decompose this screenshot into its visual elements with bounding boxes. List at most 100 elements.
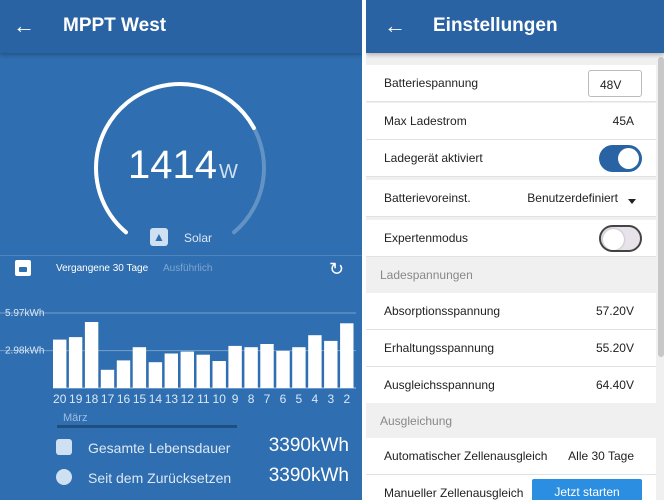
battery-preset-value[interactable]: Benutzerdefiniert bbox=[527, 191, 618, 205]
battery-preset-label: Batterievoreinst. bbox=[384, 191, 471, 205]
auto-equalization-value: Alle 30 Tage bbox=[568, 449, 634, 463]
row-max-current[interactable]: Max Ladestrom 45A bbox=[366, 103, 656, 140]
device-title: MPPT West bbox=[63, 15, 167, 36]
bar-19 bbox=[68, 337, 83, 388]
bar-9 bbox=[228, 345, 242, 388]
settings-title: Einstellungen bbox=[433, 15, 558, 36]
bar-8 bbox=[244, 347, 258, 388]
save-icon[interactable] bbox=[15, 260, 31, 276]
max-current-label: Max Ladestrom bbox=[384, 114, 467, 128]
manual-equalization-label: Manueller Zellenausgleich bbox=[384, 486, 524, 500]
row-battery-preset[interactable]: Batterievoreinst. Benutzerdefiniert bbox=[366, 180, 656, 217]
max-current-value: 45A bbox=[612, 114, 634, 128]
reset-icon bbox=[56, 469, 72, 485]
bar-18 bbox=[84, 322, 99, 388]
history-toolbar: Vergangene 30 Tage Ausführlich ↻ bbox=[0, 255, 362, 282]
x-tick-label: 20 bbox=[53, 392, 67, 406]
power-readout: 1414 W bbox=[128, 143, 248, 194]
scrollbar[interactable] bbox=[658, 57, 664, 357]
back-arrow-icon[interactable]: ← bbox=[384, 13, 406, 39]
x-tick-label: 19 bbox=[69, 392, 83, 406]
x-tick-label: 3 bbox=[327, 392, 334, 406]
row-equalization-voltage[interactable]: Ausgleichsspannung 64.40V bbox=[366, 367, 656, 404]
section-equalization: Ausgleichung bbox=[366, 403, 656, 440]
bar-5 bbox=[292, 347, 306, 388]
back-arrow-icon[interactable]: ← bbox=[13, 13, 35, 39]
bar-14 bbox=[148, 362, 163, 388]
x-tick-label: 4 bbox=[312, 392, 319, 406]
x-tick-label: 7 bbox=[264, 392, 271, 406]
history-icon[interactable]: ↻ bbox=[329, 259, 349, 279]
x-tick-label: 8 bbox=[248, 392, 255, 406]
yield-bar-chart: 5.97kWh 2.98kWh 20 19 18 17 16 15 14 13 12 11 10 9 8 7 6… bbox=[0, 308, 356, 406]
battery-voltage-label: Batteriespannung bbox=[384, 76, 479, 90]
bar-20 bbox=[53, 339, 67, 388]
start-now-button[interactable]: Jetzt starten bbox=[532, 479, 642, 500]
x-tick-label: 14 bbox=[149, 392, 163, 406]
bar-7 bbox=[260, 344, 274, 388]
bar-16 bbox=[116, 360, 131, 388]
toggle-knob bbox=[618, 148, 639, 169]
solar-panel-icon: ▲ bbox=[150, 228, 168, 246]
section-equalization-label: Ausgleichung bbox=[380, 414, 453, 428]
power-unit: W bbox=[218, 161, 238, 183]
battery-voltage-field[interactable]: 48V bbox=[588, 70, 642, 97]
y-tick-label: 2.98kWh bbox=[5, 346, 44, 357]
charger-enabled-toggle[interactable] bbox=[599, 145, 642, 172]
device-header: ← MPPT West bbox=[0, 0, 362, 53]
x-tick-label: 10 bbox=[213, 392, 227, 406]
bar-2 bbox=[340, 323, 354, 388]
stat-since-reset-value: 3390kWh bbox=[268, 465, 349, 486]
lightning-icon bbox=[56, 439, 72, 455]
x-tick-label: 5 bbox=[296, 392, 303, 406]
x-tick-label: 16 bbox=[117, 392, 131, 406]
x-tick-label: 11 bbox=[197, 392, 210, 406]
auto-equalization-label: Automatischer Zellenausgleich bbox=[384, 449, 548, 463]
row-manual-equalization: Manueller Zellenausgleich Jetzt starten bbox=[366, 475, 656, 500]
row-expert-mode[interactable]: Expertenmodus bbox=[366, 220, 656, 257]
x-tick-label: 15 bbox=[133, 392, 147, 406]
settings-header: ← Einstellungen bbox=[366, 0, 664, 53]
float-value: 55.20V bbox=[595, 341, 634, 355]
row-float-voltage[interactable]: Erhaltungsspannung 55.20V bbox=[366, 330, 656, 367]
equalization-label: Ausgleichsspannung bbox=[384, 378, 495, 392]
power-value: 1414 bbox=[128, 143, 217, 187]
tab-last-30-days[interactable]: Vergangene 30 Tage bbox=[56, 263, 148, 274]
toggle-knob bbox=[603, 229, 624, 250]
device-panel: ← MPPT West 1414 W ▲ Solar Vergangene 30 … bbox=[0, 0, 362, 500]
expert-mode-label: Expertenmodus bbox=[384, 231, 469, 245]
x-tick-label: 18 bbox=[85, 392, 99, 406]
x-tick-label: 13 bbox=[165, 392, 179, 406]
x-tick-label: 12 bbox=[181, 392, 195, 406]
stat-lifetime-label: Gesamte Lebensdauer bbox=[88, 440, 231, 456]
bar-6 bbox=[276, 350, 290, 388]
bar-15 bbox=[132, 347, 147, 388]
chevron-down-icon[interactable] bbox=[628, 193, 636, 211]
section-charge-voltages-label: Ladespannungen bbox=[380, 268, 473, 282]
stat-lifetime: Gesamte Lebensdauer 3390kWh bbox=[0, 433, 362, 463]
row-absorption-voltage[interactable]: Absorptionsspannung 57.20V bbox=[366, 293, 656, 330]
absorption-label: Absorptionsspannung bbox=[384, 304, 501, 318]
float-label: Erhaltungsspannung bbox=[384, 341, 495, 355]
source-label: Solar bbox=[184, 231, 213, 245]
section-charge-voltages: Ladespannungen bbox=[366, 257, 656, 294]
stat-since-reset-label: Seit dem Zurücksetzen bbox=[88, 470, 232, 486]
x-tick-label: 2 bbox=[343, 392, 350, 406]
charger-enabled-label: Ladegerät aktiviert bbox=[384, 151, 483, 165]
stat-since-reset: Seit dem Zurücksetzen 3390kWh bbox=[0, 463, 362, 493]
month-label: März bbox=[57, 412, 237, 428]
bar-13 bbox=[164, 353, 178, 388]
x-tick-label: 6 bbox=[280, 392, 287, 406]
equalization-value: 64.40V bbox=[595, 378, 634, 392]
stat-lifetime-value: 3390kWh bbox=[268, 435, 349, 456]
y-tick-label: 5.97kWh bbox=[5, 308, 44, 319]
x-tick-label: 17 bbox=[101, 392, 115, 406]
row-charger-enabled[interactable]: Ladegerät aktiviert bbox=[366, 140, 656, 177]
tab-detailed[interactable]: Ausführlich bbox=[163, 263, 212, 274]
row-battery-voltage[interactable]: Batteriespannung 48V bbox=[366, 65, 656, 102]
bar-12 bbox=[180, 351, 194, 388]
row-auto-equalization[interactable]: Automatischer Zellenausgleich Alle 30 Ta… bbox=[366, 438, 656, 475]
expert-mode-toggle[interactable] bbox=[599, 225, 642, 252]
bar-10 bbox=[212, 361, 226, 388]
x-tick-label: 9 bbox=[232, 392, 239, 406]
